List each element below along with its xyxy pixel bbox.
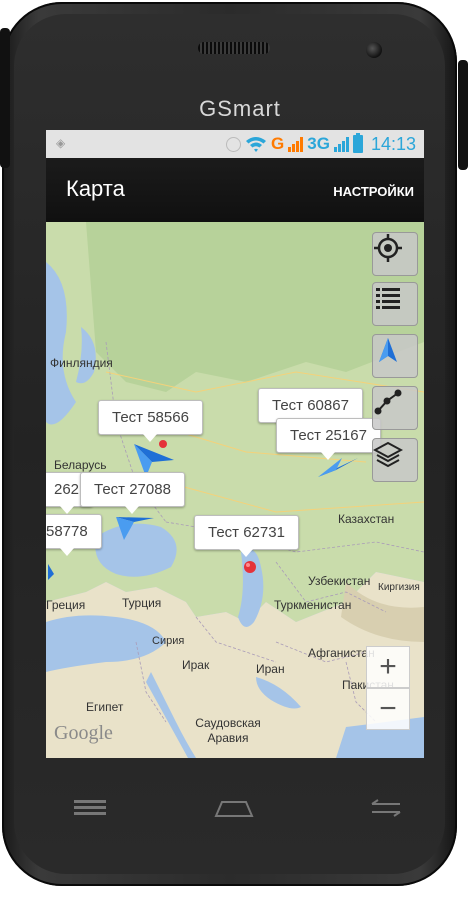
- network-3g-indicator: 3G: [307, 134, 330, 153]
- screen: ◈ G 3G 14:13 Карта НАСТРОЙКИ Финляндия Б…: [46, 130, 424, 758]
- side-button: [0, 28, 10, 168]
- map-pin-marker: [244, 561, 256, 573]
- status-icons: G 3G 14:13: [226, 133, 416, 155]
- back-hw-button[interactable]: [368, 798, 404, 822]
- home-hw-button[interactable]: [214, 798, 254, 822]
- google-logo: Google: [54, 722, 113, 744]
- settings-button[interactable]: НАСТРОЙКИ: [333, 184, 414, 199]
- layers-icon: [373, 441, 403, 468]
- marker-label[interactable]: Тест 25167: [276, 418, 381, 460]
- status-bar: ◈ G 3G 14:13: [46, 130, 424, 158]
- navigation-arrow-marker: [116, 517, 154, 540]
- menu-hw-button[interactable]: [72, 798, 108, 820]
- page-title: Карта: [66, 176, 125, 201]
- crosshair-icon: [374, 234, 402, 262]
- network-g-indicator: G: [271, 134, 285, 153]
- map-view[interactable]: Финляндия Беларусь Казахстан Узбекистан …: [46, 222, 424, 758]
- location-status-icon: ◈: [56, 136, 66, 150]
- home-icon: [214, 801, 254, 817]
- navigation-arrow-marker: [318, 458, 358, 477]
- side-button-right: [458, 60, 468, 170]
- route-icon: [374, 389, 402, 415]
- marker-label[interactable]: 58778: [46, 514, 102, 556]
- navigation-arrow-icon: [379, 338, 397, 362]
- earpiece-speaker: [198, 42, 270, 54]
- wifi-icon: [246, 137, 267, 152]
- navigation-button[interactable]: [372, 334, 418, 378]
- marker-label[interactable]: Тест 27088: [80, 472, 185, 514]
- my-location-button[interactable]: [372, 232, 418, 276]
- marker-label[interactable]: Тест 58566: [98, 400, 203, 442]
- list-button[interactable]: [372, 282, 418, 326]
- status-time: 14:13: [370, 133, 416, 154]
- route-button[interactable]: [372, 386, 418, 430]
- zoom-out-button[interactable]: −: [366, 688, 410, 730]
- action-bar: Карта НАСТРОЙКИ: [46, 158, 424, 222]
- list-icon: [376, 288, 400, 309]
- zoom-in-button[interactable]: +: [366, 646, 410, 688]
- back-icon: [371, 799, 401, 817]
- signal-icon-1: [288, 136, 304, 152]
- signal-icon-2: [333, 136, 349, 152]
- menu-icon: [74, 800, 106, 815]
- marker-label[interactable]: Тест 62731: [194, 515, 299, 557]
- brand-logo: GSmart: [199, 96, 281, 121]
- battery-icon: [352, 133, 363, 153]
- front-camera: [366, 42, 382, 58]
- alarm-icon: [226, 136, 242, 152]
- layers-button[interactable]: [372, 438, 418, 482]
